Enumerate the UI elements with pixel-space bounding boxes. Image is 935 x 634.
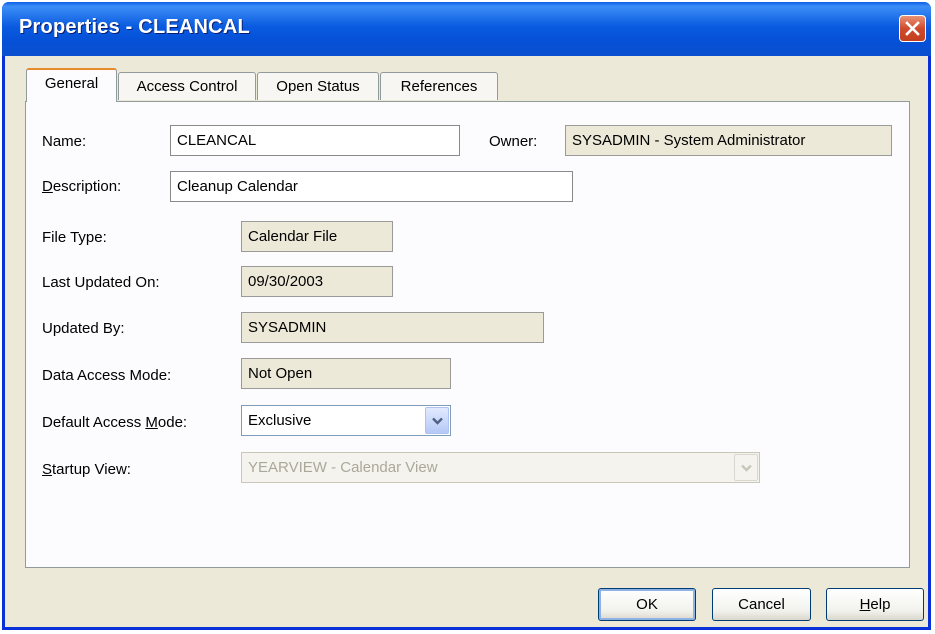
updated-by-label: Updated By:	[42, 320, 125, 337]
tab-general[interactable]: General	[26, 68, 117, 102]
close-button[interactable]	[899, 15, 926, 42]
file-type-label: File Type:	[42, 229, 107, 246]
startup-view-value: YEARVIEW - Calendar View	[248, 459, 438, 476]
description-label-rest: escription:	[52, 178, 122, 195]
default-access-mode-select[interactable]: Exclusive	[241, 405, 451, 436]
default-access-label-mnemonic: M	[145, 414, 158, 431]
chevron-down-icon	[432, 417, 443, 425]
help-button-mnemonic: H	[859, 596, 871, 613]
default-access-label-pre: Default Access	[42, 414, 146, 431]
default-access-label-post: ode:	[157, 414, 188, 431]
owner-field[interactable]: SYSADMIN - System Administrator	[565, 125, 892, 156]
help-button-rest: elp	[870, 596, 891, 613]
default-access-mode-dropdown-button[interactable]	[425, 407, 449, 434]
startup-view-label-post: tartup View:	[52, 461, 131, 478]
tab-access-control[interactable]: Access Control	[118, 72, 256, 100]
startup-view-label-mnemonic: S	[42, 461, 53, 478]
last-updated-field[interactable]: 09/30/2003	[241, 266, 393, 297]
default-access-mode-label: Default Access Mode:	[42, 414, 187, 431]
ok-button[interactable]: OK	[598, 588, 696, 621]
owner-label: Owner:	[489, 133, 538, 150]
description-label-mnemonic: D	[42, 178, 53, 195]
window-title: Properties - CLEANCAL	[19, 16, 250, 38]
description-field[interactable]: Cleanup Calendar	[170, 171, 573, 202]
data-access-mode-field[interactable]: Not Open	[241, 358, 451, 389]
chevron-down-icon	[741, 464, 752, 472]
name-field[interactable]: CLEANCAL	[170, 125, 460, 156]
cancel-button[interactable]: Cancel	[712, 588, 811, 621]
name-label: Name:	[42, 133, 87, 150]
data-access-mode-label: Data Access Mode:	[42, 367, 172, 384]
title-bar[interactable]: Properties - CLEANCAL	[2, 2, 931, 56]
startup-view-select[interactable]: YEARVIEW - Calendar View	[241, 452, 760, 483]
help-button[interactable]: Help	[826, 588, 924, 621]
file-type-field[interactable]: Calendar File	[241, 221, 393, 252]
updated-by-field[interactable]: SYSADMIN	[241, 312, 544, 343]
close-icon	[905, 21, 920, 36]
last-updated-label: Last Updated On:	[42, 274, 160, 291]
default-access-mode-value: Exclusive	[248, 412, 312, 429]
startup-view-dropdown-button[interactable]	[734, 454, 758, 481]
startup-view-label: Startup View:	[42, 461, 131, 478]
description-label: Description:	[42, 178, 121, 195]
tab-references[interactable]: References	[380, 72, 498, 100]
tab-open-status[interactable]: Open Status	[257, 72, 379, 100]
